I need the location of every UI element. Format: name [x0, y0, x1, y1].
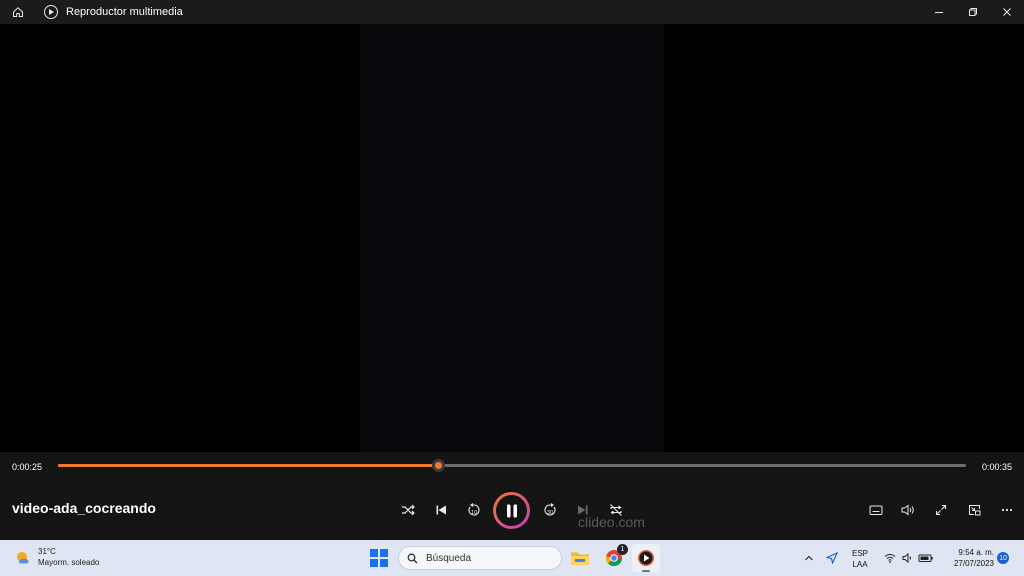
restore-icon — [969, 8, 977, 16]
show-hidden-icons-button[interactable] — [804, 540, 814, 576]
search-icon — [407, 553, 418, 563]
active-app-indicator — [642, 570, 650, 572]
home-button[interactable] — [0, 0, 36, 24]
pause-button[interactable] — [493, 492, 530, 529]
location-button[interactable] — [826, 540, 838, 576]
start-button[interactable] — [370, 549, 388, 567]
media-player-taskbar-button[interactable] — [632, 544, 660, 572]
volume-tray-button[interactable] — [902, 540, 913, 576]
mini-player-icon — [968, 505, 980, 516]
fullscreen-button[interactable] — [931, 500, 951, 520]
media-player-icon — [638, 550, 654, 566]
location-arrow-icon — [826, 552, 838, 564]
rewind-label: 10 — [471, 510, 477, 516]
shuffle-button[interactable] — [398, 500, 418, 520]
previous-button[interactable] — [431, 500, 451, 520]
battery-button[interactable] — [918, 540, 934, 576]
notification-badge[interactable]: 10 — [997, 552, 1009, 564]
wifi-button[interactable] — [884, 540, 896, 576]
close-button[interactable] — [990, 0, 1024, 24]
language-code: ESP — [852, 549, 869, 558]
forward-30-button[interactable]: 30 — [540, 500, 560, 520]
weather-condition: Mayorm. soleado — [38, 558, 100, 567]
keyboard-layout: LAA — [852, 560, 868, 569]
captions-button[interactable] — [866, 500, 886, 520]
folder-icon — [571, 552, 589, 565]
clock-date: 27/07/2023 — [953, 559, 994, 568]
rewind-10-button[interactable]: 10 — [464, 500, 484, 520]
seek-bar-progress — [58, 464, 438, 467]
chrome-badge: 1 — [617, 544, 628, 555]
close-icon — [1003, 8, 1011, 16]
language-indicator[interactable]: ESP LAA — [852, 548, 868, 570]
home-icon — [13, 7, 23, 17]
taskbar: 31°C Mayorm. soleado Búsqueda 1 ESP LAA — [0, 540, 1024, 576]
seek-bar-thumb[interactable] — [431, 459, 445, 472]
weather-temp: 31°C — [38, 547, 56, 556]
speaker-icon — [902, 553, 911, 563]
watermark: clideo.com — [578, 514, 645, 530]
forward-label: 30 — [547, 510, 553, 516]
forward-30-icon: 30 — [544, 503, 556, 516]
chrome-button[interactable]: 1 — [600, 544, 628, 572]
more-icon — [1001, 508, 1013, 512]
mini-player-button[interactable] — [964, 500, 984, 520]
title-bar: Reproductor multimedia — [0, 0, 1024, 24]
system-clock[interactable]: 9:54 a. m. 27/07/2023 — [942, 547, 994, 569]
current-time: 0:00:25 — [12, 462, 43, 472]
chevron-up-icon — [805, 555, 813, 561]
windows-logo-tile — [370, 549, 378, 557]
restore-button[interactable] — [956, 0, 990, 24]
pause-icon — [506, 504, 517, 517]
volume-button[interactable] — [898, 500, 918, 520]
shuffle-icon — [402, 504, 415, 516]
volume-icon — [901, 504, 914, 516]
previous-icon — [436, 505, 446, 515]
seek-bar[interactable] — [58, 459, 966, 472]
fullscreen-icon — [935, 504, 947, 516]
weather-widget[interactable]: 31°C Mayorm. soleado — [14, 546, 99, 568]
taskbar-search[interactable]: Búsqueda — [398, 546, 562, 570]
wifi-icon — [884, 554, 896, 563]
more-options-button[interactable] — [997, 500, 1017, 520]
sun-icon — [17, 552, 29, 564]
minimize-icon — [935, 12, 943, 13]
total-time: 0:00:35 — [981, 462, 1012, 472]
search-placeholder: Búsqueda — [426, 552, 472, 564]
battery-charging-icon — [918, 554, 933, 562]
minimize-button[interactable] — [922, 0, 956, 24]
window-title: Reproductor multimedia — [66, 6, 183, 18]
player-controls: 0:00:25 0:00:35 video-ada_cocreando 10 3… — [0, 452, 1024, 540]
video-frame — [360, 24, 664, 452]
file-explorer-button[interactable] — [566, 544, 594, 572]
video-area[interactable] — [0, 24, 1024, 452]
captions-icon — [869, 505, 883, 515]
clock-time: 9:54 a. m. — [958, 548, 994, 557]
rewind-10-icon: 10 — [468, 503, 480, 516]
media-player-icon — [44, 5, 58, 19]
